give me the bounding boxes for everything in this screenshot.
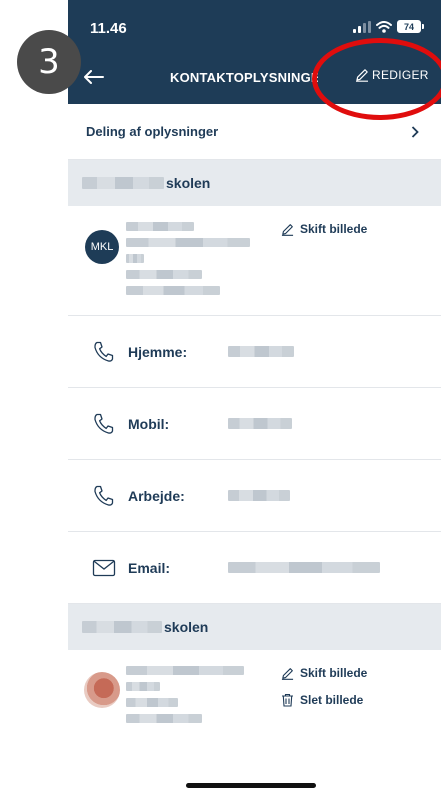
- email-value: [228, 562, 380, 573]
- school-name-suffix: skolen: [164, 619, 209, 635]
- profile-block: Skift billede Slet billede: [68, 650, 441, 760]
- sharing-row-label: Deling af oplysninger: [86, 124, 219, 139]
- email-label: Email:: [128, 559, 171, 576]
- highlight-circle: [312, 38, 441, 120]
- mobile-phone-row[interactable]: Mobil:: [68, 388, 441, 460]
- change-photo-button[interactable]: Skift billede: [281, 666, 367, 680]
- work-phone-row[interactable]: Arbejde:: [68, 460, 441, 532]
- trash-icon: [282, 693, 293, 707]
- work-phone-value: [228, 490, 290, 501]
- delete-photo-button[interactable]: Slet billede: [281, 693, 363, 707]
- phone-icon: [94, 341, 114, 362]
- chevron-right-icon: [411, 125, 419, 138]
- mobile-phone-value: [228, 418, 292, 429]
- change-photo-button[interactable]: Skift billede: [281, 222, 367, 236]
- school-name-suffix: skolen: [166, 175, 211, 191]
- change-photo-label: Skift billede: [300, 222, 368, 236]
- back-arrow-icon[interactable]: [84, 70, 104, 84]
- mobile-phone-label: Mobil:: [128, 415, 170, 432]
- email-row[interactable]: Email:: [68, 532, 441, 604]
- school-section-header: skolen: [68, 160, 441, 206]
- school-section-header: skolen: [68, 604, 441, 650]
- avatar: [84, 672, 120, 708]
- wifi-icon: [376, 20, 392, 33]
- blurred-school-name: [82, 177, 164, 189]
- pencil-icon: [281, 223, 294, 236]
- battery-icon: 74: [397, 20, 424, 33]
- blurred-school-name: [82, 621, 162, 633]
- status-time: 11.46: [90, 20, 127, 37]
- pencil-icon: [281, 667, 294, 680]
- delete-photo-label: Slet billede: [300, 693, 364, 707]
- home-phone-row[interactable]: Hjemme:: [68, 316, 441, 388]
- blurred-profile-details: [126, 222, 250, 295]
- home-phone-value: [228, 346, 294, 357]
- status-icons: 74: [353, 20, 424, 33]
- change-photo-label: Skift billede: [300, 666, 368, 680]
- signal-icon: [353, 20, 371, 33]
- phone-icon: [94, 413, 114, 434]
- profile-block: MKL Skift billede: [68, 206, 441, 316]
- mail-icon: [92, 559, 116, 577]
- page-title: KONTAKTOPLYSNINGE: [170, 70, 318, 85]
- home-phone-label: Hjemme:: [128, 343, 188, 360]
- work-phone-label: Arbejde:: [128, 487, 185, 504]
- avatar: MKL: [85, 230, 119, 264]
- phone-icon: [94, 485, 114, 506]
- step-number-badge: 3: [17, 30, 81, 94]
- blurred-profile-details: [126, 666, 244, 723]
- home-indicator[interactable]: [186, 783, 316, 788]
